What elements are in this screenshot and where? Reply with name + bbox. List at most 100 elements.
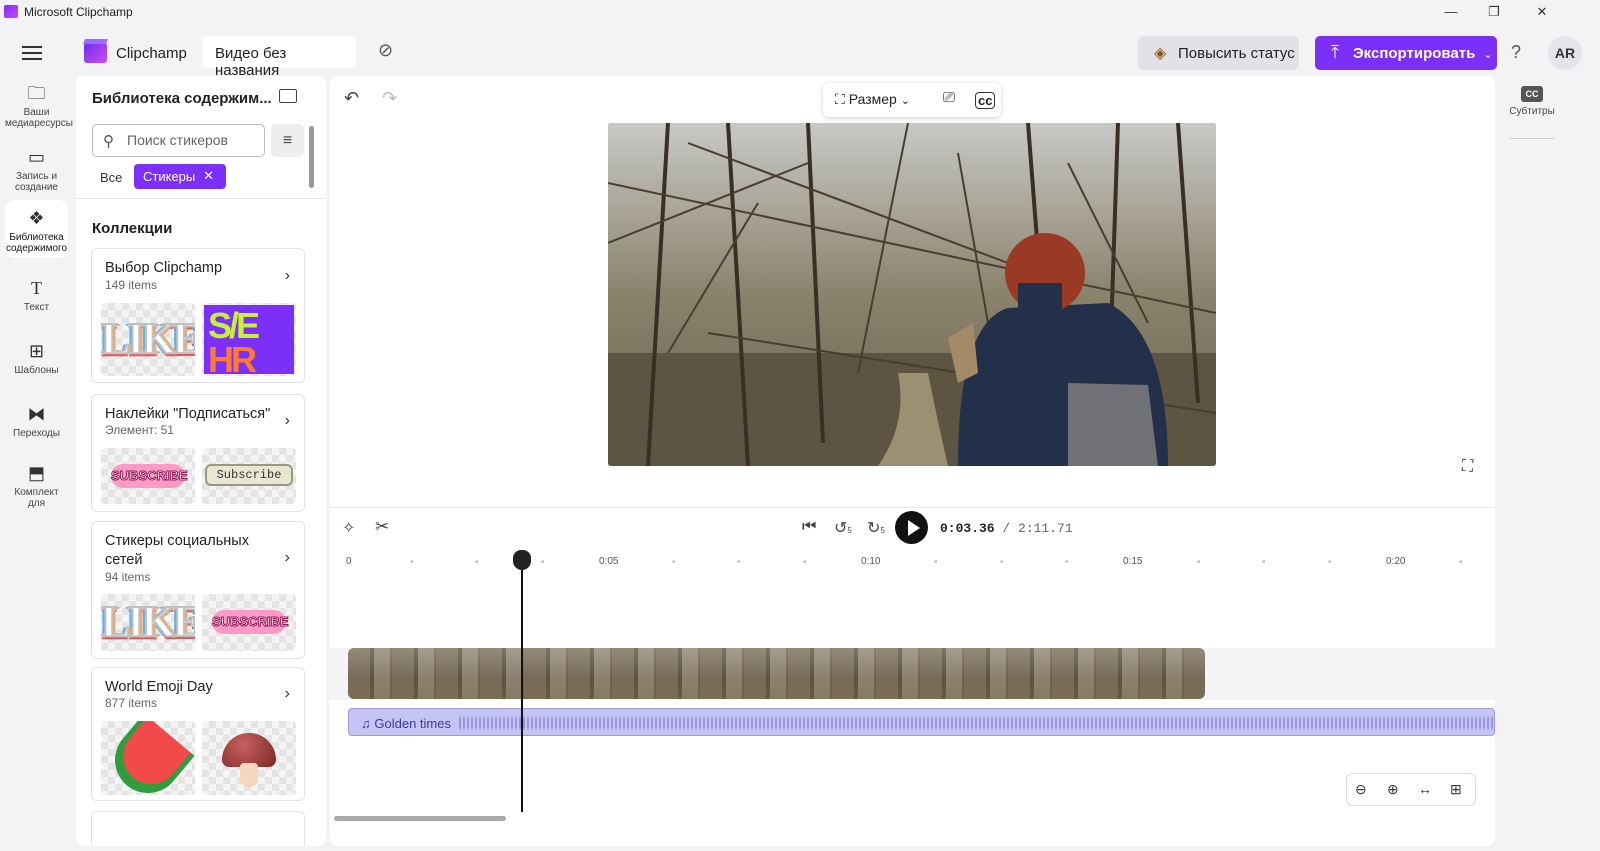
ruler-tick: 0:15 <box>1123 556 1143 567</box>
subtitles-label: Субтитры <box>1509 106 1555 117</box>
captions-icon: CC <box>1521 86 1543 102</box>
sticker-thumbnail[interactable]: LIKE <box>101 594 195 651</box>
sticker-thumbnail[interactable] <box>202 721 296 795</box>
ruler-dot: • <box>1328 557 1332 568</box>
audio-clip-label: ♫ Golden times <box>361 716 451 731</box>
nav-templates[interactable]: ⊞ Шаблоны <box>5 338 68 378</box>
hamburger-menu-icon[interactable] <box>22 46 42 60</box>
timecode: 0:03.36 / 2:11.71 <box>940 521 1073 536</box>
chevron-right-icon: › <box>284 685 290 702</box>
title-bar: Microsoft Clipchamp <box>0 0 1600 24</box>
total-time: / 2:11.71 <box>1002 521 1073 536</box>
sticker-like: LIKE <box>101 313 195 364</box>
close-icon[interactable]: ✕ <box>203 168 214 184</box>
background-remove-icon[interactable]: ⎚ <box>943 89 955 106</box>
rewind-5-icon[interactable]: ↺5 <box>834 518 852 538</box>
timeline-scrollbar[interactable] <box>334 816 506 821</box>
panel-scrollbar[interactable] <box>309 126 314 188</box>
subtitles-panel-button[interactable]: CC Субтитры <box>1508 86 1556 117</box>
sticker-thumbnail[interactable]: Subscribe <box>202 448 296 504</box>
sticker-thumbnail[interactable]: LIKE <box>101 303 195 376</box>
ruler-tick: 0 <box>346 556 352 567</box>
nav-label: Шаблоны <box>14 365 59 376</box>
nav-record-create[interactable]: ▭ Запись и создание <box>5 143 68 195</box>
zoom-out-icon[interactable]: ⊖ <box>1355 781 1367 798</box>
collection-card[interactable]: World Emoji Day 877 items › <box>91 667 305 801</box>
diamond-icon: ◈ <box>1154 45 1167 62</box>
zoom-in-icon[interactable]: ⊕ <box>1387 781 1399 798</box>
search-icon: ⚲ <box>103 133 114 150</box>
search-input[interactable] <box>127 132 257 148</box>
content-library-panel: Библиотека содержим... ⚲ ≡ Все Стикеры ✕… <box>76 76 326 846</box>
sticker-search[interactable]: ⚲ <box>92 124 265 157</box>
collection-count: 94 items <box>105 570 151 584</box>
nav-label: Переходы <box>13 428 60 439</box>
current-time: 0:03.36 <box>940 521 995 536</box>
forward-5-icon[interactable]: ↻5 <box>867 518 885 538</box>
panel-title: Библиотека содержим... <box>92 90 272 107</box>
music-note-icon: ♫ <box>361 716 371 731</box>
playhead[interactable] <box>521 560 523 812</box>
ruler-dot: • <box>1000 557 1004 568</box>
premium-hidden-icon[interactable]: ⊘ <box>378 40 393 61</box>
collection-card[interactable] <box>91 811 305 846</box>
magic-edit-icon[interactable]: ✧ <box>342 518 355 538</box>
close-button[interactable]: ✕ <box>1527 2 1557 22</box>
sticker-thumbnail[interactable]: S/E HR <box>202 303 296 376</box>
size-button[interactable]: ⛶ Размер ⌄ <box>835 91 910 108</box>
window-title: Microsoft Clipchamp <box>24 5 133 19</box>
minimize-button[interactable]: — <box>1436 2 1466 22</box>
chevron-down-icon: ⌄ <box>900 95 910 107</box>
fullscreen-icon[interactable]: ⛶ <box>1462 458 1473 476</box>
chevron-right-icon: › <box>284 549 290 566</box>
brand-name: Clipchamp <box>116 45 187 62</box>
collapse-panel-icon[interactable] <box>279 89 297 103</box>
filter-button[interactable]: ≡ <box>271 124 304 157</box>
video-frame <box>608 123 1216 466</box>
ruler-tick: 0:05 <box>599 556 619 567</box>
video-clip[interactable] <box>348 648 1205 699</box>
ruler-dot: • <box>803 557 807 568</box>
rewind-seconds: 5 <box>847 526 852 535</box>
add-track-icon[interactable]: ⊞ <box>1450 781 1462 798</box>
ruler-dot: • <box>1197 557 1201 568</box>
help-icon[interactable]: ? <box>1511 42 1521 63</box>
play-button[interactable] <box>895 511 928 544</box>
split-scissors-icon[interactable]: ✂ <box>375 517 389 537</box>
export-button[interactable]: ⤒ Экспортировать ⌄ <box>1315 36 1497 70</box>
brand-kit-icon: ⬒ <box>27 463 45 483</box>
nav-your-media[interactable]: 🗀 Ваши медиаресурсы <box>5 80 73 132</box>
redo-icon[interactable]: ↷ <box>382 88 397 109</box>
ruler-dot: • <box>410 557 414 568</box>
skip-to-start-icon[interactable]: ⏮ <box>802 518 816 536</box>
collection-card[interactable]: Наклейки "Подписаться" Элемент: 51 › SUB… <box>91 394 305 512</box>
sticker-thumbnail[interactable] <box>101 721 195 795</box>
library-icon: ❖ <box>28 208 45 228</box>
upgrade-button[interactable]: ◈ Повысить статус <box>1138 36 1299 70</box>
captions-icon[interactable]: cc <box>975 92 996 109</box>
export-label: Экспортировать <box>1353 45 1476 62</box>
project-name-field[interactable]: Видео без названия <box>203 36 356 79</box>
collection-card[interactable]: Выбор Clipchamp 149 items › LIKE S/E HR <box>91 248 305 383</box>
nav-text[interactable]: T Текст <box>5 275 68 315</box>
sticker-thumbnail[interactable]: SUBSCRIBE <box>202 594 296 651</box>
maximize-button[interactable]: ❐ <box>1479 2 1509 22</box>
undo-icon[interactable]: ↶ <box>344 88 359 109</box>
nav-content-library[interactable]: ❖ Библиотека содержимого <box>5 200 68 258</box>
fit-timeline-icon[interactable]: ↔ <box>1418 781 1432 797</box>
playhead-handle[interactable] <box>513 550 531 570</box>
video-preview[interactable] <box>608 123 1216 466</box>
nav-transitions[interactable]: ⧓ Переходы <box>5 401 68 441</box>
avatar[interactable]: AR <box>1548 36 1582 70</box>
folder-icon: 🗀 <box>27 83 46 103</box>
chip-stickers[interactable]: Стикеры ✕ <box>134 164 226 189</box>
sticker-thumbnail[interactable]: SUBSCRIBE <box>101 448 195 504</box>
chip-all[interactable]: Все <box>100 170 122 185</box>
collection-card[interactable]: Стикеры социальных сетей 94 items › LIKE… <box>91 521 305 659</box>
ruler-tick: 0:20 <box>1386 556 1406 567</box>
text-icon: T <box>31 278 42 298</box>
nav-brand-kit[interactable]: ⬒ Комплект для <box>5 460 68 509</box>
collection-title: Выбор Clipchamp <box>105 260 223 276</box>
ruler-dot: • <box>475 557 479 568</box>
templates-icon: ⊞ <box>28 341 45 361</box>
